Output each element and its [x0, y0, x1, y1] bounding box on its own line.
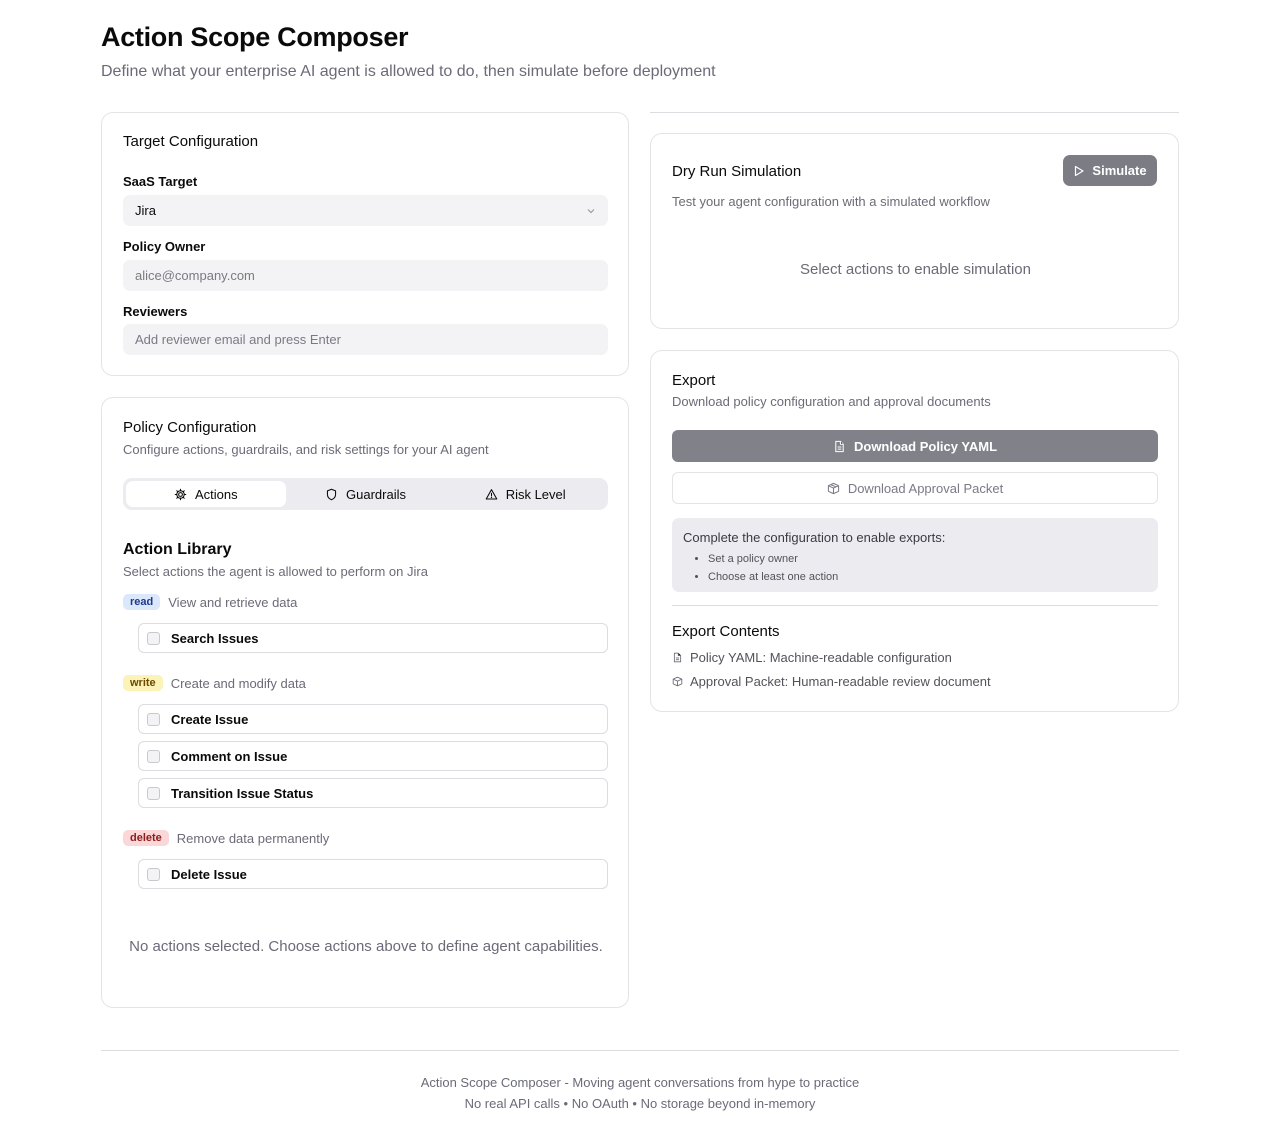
simulate-button-label: Simulate: [1092, 163, 1147, 178]
item-label: Policy YAML: Machine-readable configurat…: [690, 650, 952, 665]
action-checkbox[interactable]: [147, 867, 160, 881]
button-label: Download Approval Packet: [847, 480, 1004, 496]
delete-badge: delete: [123, 830, 169, 846]
read-badge: read: [123, 594, 161, 610]
action-checkbox[interactable]: [147, 749, 160, 763]
page-subtitle: Define what your enterprise AI agent is …: [101, 63, 716, 80]
simulation-empty-message: Select actions to enable simulation: [800, 261, 1031, 278]
action-search-issues[interactable]: Search Issues: [138, 623, 608, 653]
action-label: Create Issue: [171, 711, 249, 727]
action-checkbox[interactable]: [147, 786, 160, 800]
policy-owner-label: Policy Owner: [123, 239, 206, 254]
card-title: Target Configuration: [123, 133, 259, 150]
group-description: Create and modify data: [170, 675, 306, 691]
target-configuration-card: Target Configuration SaaS Target Jira Po…: [101, 112, 629, 376]
page-title: Action Scope Composer: [101, 22, 409, 52]
group-header-delete: delete Remove data permanently: [123, 830, 329, 846]
requirements-list: Set a policy owner Choose at least one a…: [683, 550, 1147, 586]
download-approval-packet-button[interactable]: Download Approval Packet: [672, 472, 1158, 504]
footer-disclaimer: No real API calls • No OAuth • No storag…: [464, 1096, 816, 1111]
export-contents-title: Export Contents: [672, 623, 780, 640]
action-comment-on-issue[interactable]: Comment on Issue: [138, 741, 608, 771]
warning-icon: [485, 488, 497, 499]
group-header-read: read View and retrieve data: [123, 594, 297, 610]
action-checkbox[interactable]: [147, 631, 160, 645]
action-library-description: Select actions the agent is allowed to p…: [123, 564, 428, 579]
action-transition-issue-status[interactable]: Transition Issue Status: [138, 778, 608, 808]
policy-configuration-card: Policy Configuration Configure actions, …: [101, 397, 629, 1008]
file-icon: [835, 440, 844, 452]
card-title: Dry Run Simulation: [672, 163, 802, 180]
action-library-title: Action Library: [123, 541, 232, 558]
action-checkbox[interactable]: [147, 712, 160, 726]
download-policy-yaml-button[interactable]: Download Policy YAML: [672, 430, 1158, 462]
tab-label: Actions: [195, 486, 238, 502]
item-label: Approval Packet: Human-readable review d…: [690, 674, 991, 689]
card-title: Export: [672, 372, 716, 389]
notice-title: Complete the configuration to enable exp…: [683, 530, 946, 545]
group-header-write: write Create and modify data: [123, 675, 306, 691]
policy-tabs: Actions Guardrails Risk Level: [123, 478, 608, 510]
action-label: Transition Issue Status: [171, 785, 314, 801]
card-description: Test your agent configuration with a sim…: [672, 194, 990, 209]
policy-owner-input[interactable]: [135, 268, 596, 283]
action-label: Comment on Issue: [171, 748, 288, 764]
list-item: Set a policy owner: [708, 550, 1147, 568]
button-label: Download Policy YAML: [853, 438, 998, 454]
tab-label: Guardrails: [346, 486, 406, 502]
export-requirements-notice: Complete the configuration to enable exp…: [672, 518, 1158, 592]
no-actions-message: No actions selected. Choose actions abov…: [129, 938, 603, 955]
reviewers-input[interactable]: [135, 332, 596, 347]
saas-target-label: SaaS Target: [123, 174, 198, 189]
shield-icon: [326, 488, 337, 500]
action-create-issue[interactable]: Create Issue: [138, 704, 608, 734]
tab-label: Risk Level: [505, 486, 566, 502]
reviewers-label: Reviewers: [123, 304, 188, 319]
tab-guardrails[interactable]: Guardrails: [286, 481, 446, 507]
footer-tagline: Action Scope Composer - Moving agent con…: [420, 1075, 860, 1090]
card-title: Policy Configuration: [123, 419, 257, 436]
action-delete-issue[interactable]: Delete Issue: [138, 859, 608, 889]
dry-run-simulation-card: Dry Run Simulation Simulate Test your ag…: [650, 133, 1179, 329]
group-description: View and retrieve data: [168, 594, 298, 610]
saas-target-select[interactable]: Jira: [123, 195, 608, 226]
action-label: Delete Issue: [171, 866, 247, 882]
export-contents-item: Approval Packet: Human-readable review d…: [672, 674, 991, 689]
footer-divider: [101, 1050, 1179, 1051]
tab-actions[interactable]: Actions: [126, 481, 286, 507]
reviewers-field: [123, 324, 608, 355]
card-description: Configure actions, guardrails, and risk …: [123, 442, 489, 457]
play-icon: [1075, 165, 1085, 176]
package-icon: [827, 482, 839, 494]
export-contents-item: Policy YAML: Machine-readable configurat…: [672, 650, 952, 665]
list-item: Choose at least one action: [708, 568, 1147, 586]
package-icon: [672, 676, 683, 687]
group-description: Remove data permanently: [176, 830, 330, 846]
simulate-button[interactable]: Simulate: [1063, 155, 1157, 186]
column-divider: [650, 112, 1179, 113]
export-card: Export Download policy configuration and…: [650, 350, 1179, 712]
divider: [672, 605, 1158, 606]
card-description: Download policy configuration and approv…: [672, 394, 991, 409]
write-badge: write: [123, 675, 163, 691]
policy-owner-field: [123, 260, 608, 291]
gear-icon: [174, 488, 187, 500]
chevron-down-icon: [587, 208, 595, 213]
action-label: Search Issues: [171, 630, 259, 646]
file-icon: [673, 652, 682, 663]
saas-target-value: Jira: [135, 203, 156, 218]
tab-risk-level[interactable]: Risk Level: [445, 481, 605, 507]
